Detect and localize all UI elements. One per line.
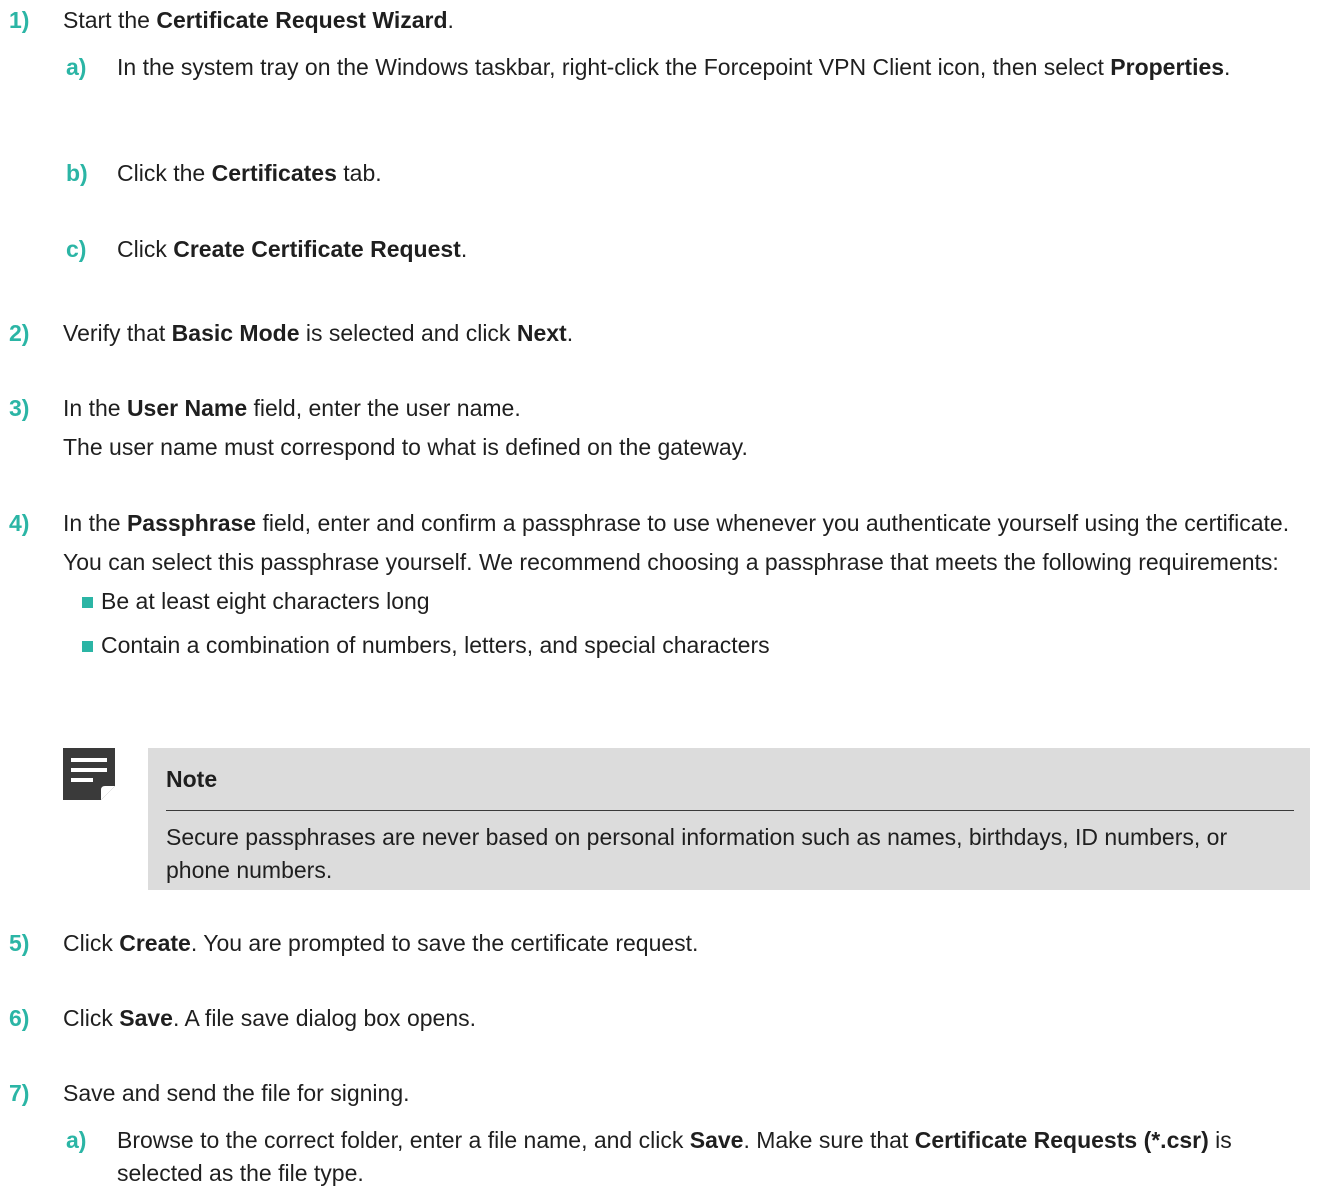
bullet-text: Contain a combination of numbers, letter… [101, 632, 770, 658]
step-4: 4) In the Passphrase field, enter and co… [0, 507, 1311, 673]
substep-text: Click Create Certificate Request. [117, 236, 468, 262]
step-number: 3) [9, 395, 30, 421]
step-text: Save and send the file for signing. [63, 1080, 410, 1106]
step-number: 7) [9, 1080, 30, 1106]
step-6: 6) Click Save. A file save dialog box op… [0, 1002, 1311, 1035]
bullet-text: Be at least eight characters long [101, 588, 430, 614]
list-item: Contain a combination of numbers, letter… [71, 629, 1311, 673]
step-3: 3) In the User Name field, enter the use… [0, 392, 1311, 464]
note-callout: Note Secure passphrases are never based … [63, 748, 1310, 890]
substep-text: In the system tray on the Windows taskba… [117, 54, 1231, 80]
substep-1a: a) In the system tray on the Windows tas… [0, 51, 1311, 84]
bullet-marker [82, 641, 93, 652]
step-7: 7) Save and send the file for signing. [0, 1077, 1311, 1110]
substep-1b: b) Click the Certificates tab. [0, 157, 1311, 190]
step-1: 1) Start the Certificate Request Wizard. [0, 4, 1311, 37]
bullet-marker [82, 597, 93, 608]
bullet-list: Be at least eight characters long Contai… [71, 585, 1311, 673]
step-info: You can select this passphrase yourself.… [63, 549, 1279, 575]
note-divider [166, 810, 1294, 811]
step-text: Click Save. A file save dialog box opens… [63, 1005, 476, 1031]
step-5: 5) Click Create. You are prompted to sav… [0, 927, 1311, 960]
step-text: Start the Certificate Request Wizard. [63, 7, 454, 33]
step-number: 2) [9, 320, 30, 346]
note-text: Secure passphrases are never based on pe… [166, 824, 1228, 883]
step-info: The user name must correspond to what is… [63, 434, 748, 460]
note-icon [63, 748, 115, 800]
list-item: Be at least eight characters long [71, 585, 1311, 629]
substep-7a: a) Browse to the correct folder, enter a… [0, 1124, 1311, 1190]
step-number: 1) [9, 7, 30, 33]
step-text: In the User Name field, enter the user n… [63, 395, 521, 421]
substep-number: a) [66, 54, 87, 80]
step-number: 6) [9, 1005, 30, 1031]
note-title: Note [166, 766, 218, 792]
note-box: Note Secure passphrases are never based … [148, 748, 1310, 890]
step-number: 5) [9, 930, 30, 956]
step-text: In the Passphrase field, enter and confi… [63, 510, 1290, 536]
substep-text: Browse to the correct folder, enter a fi… [117, 1127, 1232, 1186]
substep-1c: c) Click Create Certificate Request. [0, 233, 1311, 266]
substep-number: b) [66, 160, 88, 186]
document-page: 1) Start the Certificate Request Wizard.… [0, 0, 1325, 1187]
substep-number: c) [66, 236, 87, 262]
step-text: Verify that Basic Mode is selected and c… [63, 320, 574, 346]
substep-number: a) [66, 1127, 87, 1153]
step-text: Click Create. You are prompted to save t… [63, 930, 699, 956]
substep-text: Click the Certificates tab. [117, 160, 382, 186]
step-2: 2) Verify that Basic Mode is selected an… [0, 317, 1311, 350]
step-number: 4) [9, 510, 30, 536]
